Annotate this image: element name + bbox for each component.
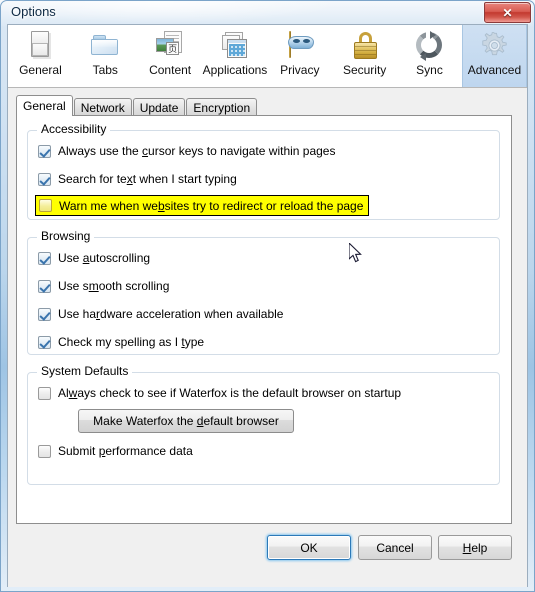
toolbar-item-applications[interactable]: Applications <box>203 25 268 87</box>
checkbox-label-find-as-you-type: Search for text when I start typing <box>58 172 237 186</box>
toolbar-label-applications: Applications <box>202 63 268 77</box>
sync-arrows-icon <box>412 29 446 63</box>
checkbox-label-check-default-browser: Always check to see if Waterfox is the d… <box>58 386 402 400</box>
gear-icon <box>477 29 511 63</box>
help-button[interactable]: Help <box>438 535 512 560</box>
checkbox-row-spellcheck[interactable]: Check my spelling as I type <box>38 334 204 350</box>
toolbar-item-general[interactable]: General <box>8 25 73 87</box>
cancel-button[interactable]: Cancel <box>358 535 432 560</box>
checkbox-row-warn-redirect[interactable]: Warn me when websites try to redirect or… <box>35 195 370 216</box>
group-browsing: Browsing Use autoscrolling Use smooth sc… <box>27 230 500 355</box>
checkbox-find-as-you-type[interactable] <box>38 172 51 186</box>
window-title: Options <box>11 4 56 19</box>
close-icon: ✕ <box>502 5 513 20</box>
title-bar: Options ✕ <box>0 0 535 24</box>
padlock-icon <box>348 29 382 63</box>
toolbar-item-sync[interactable]: Sync <box>397 25 462 87</box>
window-pane-icon <box>23 29 57 63</box>
toolbar-item-content[interactable]: 页 Content <box>138 25 203 87</box>
image-page-icon: 页 <box>153 29 187 63</box>
toolbar-label-general: General <box>19 63 62 77</box>
make-default-browser-button[interactable]: Make Waterfox the default browser <box>78 409 294 433</box>
checkbox-spellcheck[interactable] <box>38 335 51 349</box>
tab-content-panel: Accessibility Always use the cursor keys… <box>16 115 512 524</box>
checkbox-hardware-acceleration[interactable] <box>38 307 51 321</box>
help-button-label: Help <box>462 540 488 555</box>
group-system-defaults: System Defaults Always check to see if W… <box>27 365 500 485</box>
toolbar-label-sync: Sync <box>416 63 443 77</box>
stacked-windows-icon <box>218 29 252 63</box>
group-title-system-defaults: System Defaults <box>37 365 133 377</box>
checkbox-row-hardware-acceleration[interactable]: Use hardware acceleration when available <box>38 306 283 322</box>
group-title-browsing: Browsing <box>37 230 95 242</box>
advanced-tabstrip: General Network Update Encryption <box>16 95 258 116</box>
checkbox-row-autoscrolling[interactable]: Use autoscrolling <box>38 250 150 266</box>
checkbox-row-check-default-browser[interactable]: Always check to see if Waterfox is the d… <box>38 385 401 401</box>
checkbox-row-submit-performance-data[interactable]: Submit performance data <box>38 443 193 459</box>
checkbox-row-find-as-you-type[interactable]: Search for text when I start typing <box>38 171 237 187</box>
checkbox-label-hardware-acceleration: Use hardware acceleration when available <box>58 307 284 321</box>
tab-update[interactable]: Update <box>132 98 186 116</box>
close-button[interactable]: ✕ <box>484 2 531 23</box>
checkbox-autoscrolling[interactable] <box>38 251 51 265</box>
checkbox-row-smooth-scrolling[interactable]: Use smooth scrolling <box>38 278 169 294</box>
checkbox-cursor-keys[interactable] <box>38 144 51 158</box>
toolbar-item-security[interactable]: Security <box>332 25 397 87</box>
toolbar-label-content: Content <box>149 63 192 77</box>
make-default-browser-label: Make Waterfox the default browser <box>93 414 279 428</box>
ok-button-label: OK <box>300 540 318 555</box>
mask-icon <box>283 29 317 63</box>
tab-encryption[interactable]: Encryption <box>186 98 258 116</box>
toolbar-item-advanced[interactable]: Advanced <box>461 25 527 87</box>
checkbox-submit-performance-data[interactable] <box>38 444 51 458</box>
toolbar-label-tabs: Tabs <box>92 63 118 77</box>
toolbar-item-privacy[interactable]: Privacy <box>267 25 332 87</box>
preferences-toolbar: General Tabs 页 Content Applications Priv… <box>8 25 527 88</box>
folder-tabs-icon <box>88 29 122 63</box>
toolbar-label-privacy: Privacy <box>280 63 320 77</box>
checkbox-label-spellcheck: Check my spelling as I type <box>58 335 205 349</box>
tab-general[interactable]: General <box>16 95 73 116</box>
toolbar-label-advanced: Advanced <box>467 63 522 77</box>
checkbox-smooth-scrolling[interactable] <box>38 279 51 293</box>
checkbox-label-submit-performance-data: Submit performance data <box>58 444 193 458</box>
dialog-footer: OK Cancel Help <box>8 524 527 586</box>
cancel-button-label: Cancel <box>376 540 414 555</box>
ok-button[interactable]: OK <box>267 535 351 560</box>
toolbar-item-tabs[interactable]: Tabs <box>73 25 138 87</box>
tab-network[interactable]: Network <box>73 98 132 116</box>
group-title-accessibility: Accessibility <box>37 123 111 135</box>
dialog-client-area: General Tabs 页 Content Applications Priv… <box>7 24 528 587</box>
options-window: Options ✕ General Tabs 页 Content Applica… <box>0 0 535 592</box>
group-accessibility: Accessibility Always use the cursor keys… <box>27 123 500 220</box>
checkbox-label-warn-redirect: Warn me when websites try to redirect or… <box>59 198 364 213</box>
checkbox-row-cursor-keys[interactable]: Always use the cursor keys to navigate w… <box>38 143 335 159</box>
toolbar-label-security: Security <box>342 63 387 77</box>
checkbox-warn-redirect[interactable] <box>39 199 52 212</box>
checkbox-label-autoscrolling: Use autoscrolling <box>58 251 151 265</box>
checkbox-label-smooth-scrolling: Use smooth scrolling <box>58 279 170 293</box>
checkbox-label-cursor-keys: Always use the cursor keys to navigate w… <box>58 144 336 158</box>
checkbox-check-default-browser[interactable] <box>38 386 51 400</box>
